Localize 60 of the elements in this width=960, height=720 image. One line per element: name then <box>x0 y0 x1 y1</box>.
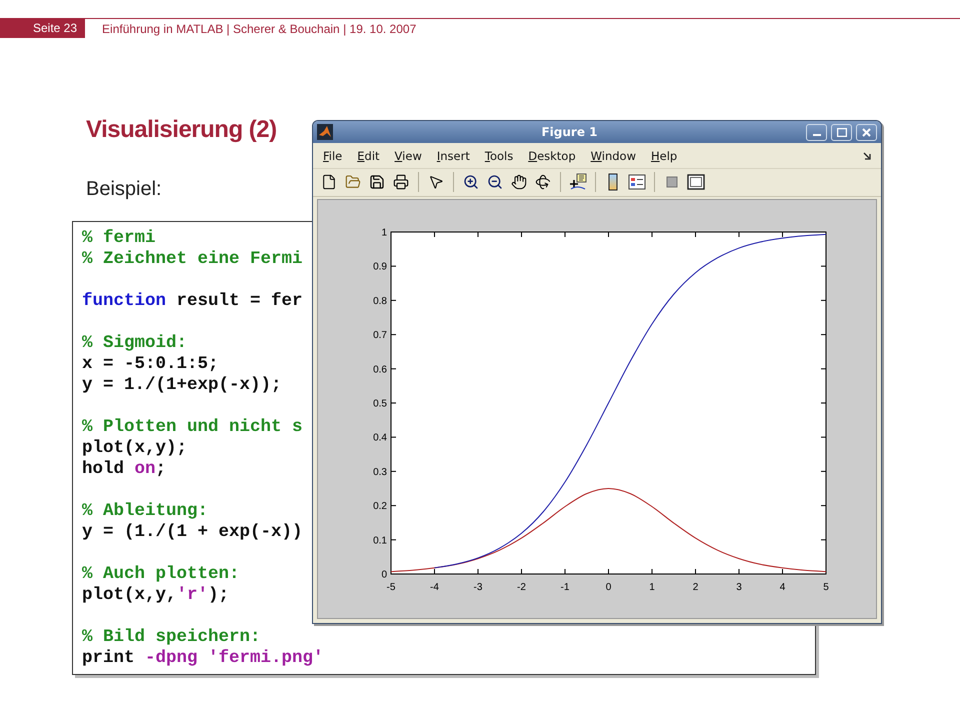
dock-arrow-icon[interactable] <box>863 152 871 160</box>
y-tick-label: 0.3 <box>373 466 387 478</box>
menu-item[interactable]: Window <box>590 148 636 163</box>
app-logo-icon <box>317 124 333 140</box>
data-cursor-icon[interactable] <box>568 172 588 192</box>
x-tick-label: -1 <box>560 582 570 593</box>
menu-item[interactable]: Insert <box>436 148 470 163</box>
x-tick-label: -4 <box>430 582 439 593</box>
code-line: print -dpng 'fermi.png' <box>82 648 324 669</box>
code-line: x = -5:0.1:5; <box>82 354 219 375</box>
maximize-icon <box>836 128 846 137</box>
y-tick-label: 0.4 <box>373 432 387 444</box>
code-line: % Zeichnet eine Fermi <box>82 249 303 270</box>
code-line: % Ableitung: <box>82 501 208 522</box>
code-line: hold on; <box>82 459 166 480</box>
y-tick-label: 0.2 <box>373 501 387 512</box>
close-button[interactable] <box>856 124 877 141</box>
x-tick-label: 1 <box>649 582 655 593</box>
panel-icon[interactable] <box>686 172 706 192</box>
close-icon <box>862 128 871 137</box>
x-tick-label: -2 <box>517 582 526 593</box>
x-tick-label: 2 <box>692 582 698 593</box>
code-line: function result = fer <box>82 291 303 312</box>
y-tick-label: 0.6 <box>373 364 387 376</box>
x-tick-label: 5 <box>823 582 829 593</box>
legend-icon[interactable] <box>627 172 647 192</box>
code-line: % Sigmoid: <box>82 333 188 354</box>
menu-item[interactable]: Tools <box>484 148 514 163</box>
menu-item[interactable]: Desktop <box>528 148 576 163</box>
y-tick-label: 0.8 <box>373 296 387 307</box>
menu-item[interactable]: View <box>394 148 422 163</box>
code-line: y = 1./(1+exp(-x)); <box>82 375 282 396</box>
y-tick-label: 0.7 <box>373 330 387 342</box>
code-line: plot(x,y,'r'); <box>82 585 230 606</box>
y-tick-label: 0.5 <box>373 398 387 410</box>
slide-subtitle: Beispiel: <box>86 178 162 201</box>
x-tick-label: 0 <box>606 582 612 593</box>
page-number: Seite 23 <box>0 18 86 38</box>
code-line: % Plotten und nicht s <box>82 417 303 438</box>
y-tick-label: 0 <box>381 570 387 580</box>
y-tick-label: 0.9 <box>373 262 387 273</box>
code-line: % fermi <box>82 228 156 249</box>
code-line: % Bild speichern: <box>82 627 261 648</box>
x-tick-label: -5 <box>386 582 396 593</box>
window-title: Figure 1 <box>540 125 599 140</box>
maximize-button[interactable] <box>831 124 852 141</box>
slide-title: Visualisierung (2) <box>86 116 277 144</box>
header-text: Einführung in MATLAB | Scherer & Bouchain | 19. 10. 2007 <box>101 21 416 36</box>
x-tick-label: 4 <box>780 582 786 593</box>
code-line: plot(x,y); <box>82 438 188 459</box>
code-line: % Auch plotten: <box>82 564 240 585</box>
y-tick-label: 1 <box>381 228 387 238</box>
code-line: y = (1./(1 + exp(-x)) <box>82 522 303 543</box>
x-tick-label: -3 <box>474 582 482 593</box>
y-tick-label: 0.1 <box>373 535 387 546</box>
menu-item[interactable]: Help <box>651 148 678 163</box>
menu-item[interactable]: File <box>323 148 342 163</box>
x-tick-label: 3 <box>736 582 742 593</box>
minimize-button[interactable] <box>806 124 827 141</box>
menu-item[interactable]: Edit <box>357 148 380 163</box>
